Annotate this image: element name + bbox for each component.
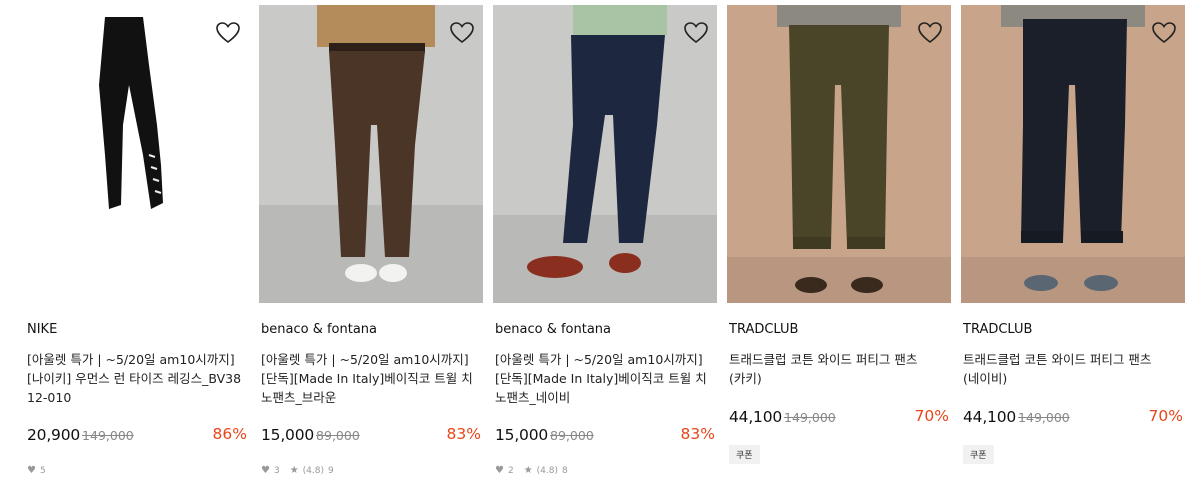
wishlist-heart-icon[interactable] xyxy=(1152,22,1176,44)
title-line: [아울렛 특가 | ~5/20일 am10시까지] xyxy=(261,352,469,367)
sale-price: 15,000 xyxy=(495,426,549,444)
original-price: 149,000 xyxy=(1018,410,1070,425)
discount-rate: 70% xyxy=(1148,407,1183,425)
heart-icon: ♥ xyxy=(261,465,270,476)
navy-chino-photo xyxy=(493,5,717,303)
wishlist-heart-icon[interactable] xyxy=(216,22,240,44)
original-price: 89,000 xyxy=(550,428,594,443)
discount-rate: 70% xyxy=(914,407,949,425)
product-card[interactable]: NIKE [아울렛 특가 | ~5/20일 am10시까지] [나이키] 우먼스… xyxy=(25,5,249,476)
like-count: 5 xyxy=(39,465,46,476)
heart-icon: ♥ xyxy=(27,465,36,476)
star-icon: ★ xyxy=(523,465,533,476)
sale-price: 44,100 xyxy=(729,408,783,426)
coupon-badge: 쿠폰 xyxy=(963,445,994,464)
price-row: 20,900 149,000 86% xyxy=(27,425,247,449)
brand-name[interactable]: TRADCLUB xyxy=(963,322,1032,337)
discount-rate: 83% xyxy=(680,425,715,443)
original-price: 89,000 xyxy=(316,428,360,443)
title-line: [단독][Made In Italy]베이직코 트윌 치노팬츠_브라운 xyxy=(261,371,473,405)
brand-name[interactable]: benaco & fontana xyxy=(261,322,377,337)
product-meta: ♥ 2 ★ (4.8) 8 xyxy=(495,465,568,476)
product-grid: NIKE [아울렛 특가 | ~5/20일 am10시까지] [나이키] 우먼스… xyxy=(0,0,1196,481)
title-line: [단독][Made In Italy]베이직코 트윌 치노팬츠_네이비 xyxy=(495,371,707,405)
price-row: 44,100 149,000 70% xyxy=(729,407,949,431)
rating: (4.8) xyxy=(302,465,325,476)
original-price: 149,000 xyxy=(82,428,134,443)
product-title[interactable]: [아울렛 특가 | ~5/20일 am10시까지] [나이키] 우먼스 런 타이… xyxy=(27,350,245,407)
product-image[interactable] xyxy=(25,5,249,303)
product-title[interactable]: 트래드클럽 코튼 와이드 퍼티그 팬츠 (네이비) xyxy=(963,350,1181,388)
title-line: [아울렛 특가 | ~5/20일 am10시까지] xyxy=(27,352,235,367)
product-image[interactable] xyxy=(961,5,1185,303)
product-title[interactable]: [아울렛 특가 | ~5/20일 am10시까지] [단독][Made In I… xyxy=(261,350,479,407)
product-card[interactable]: benaco & fontana [아울렛 특가 | ~5/20일 am10시까… xyxy=(259,5,483,476)
like-count: 2 xyxy=(507,465,514,476)
coupon-badge: 쿠폰 xyxy=(729,445,760,464)
title-line: 트래드클럽 코튼 와이드 퍼티그 팬츠 xyxy=(963,352,1152,367)
title-line: 트래드클럽 코튼 와이드 퍼티그 팬츠 xyxy=(729,352,918,367)
heart-icon: ♥ xyxy=(495,465,504,476)
original-price: 149,000 xyxy=(784,410,836,425)
product-meta: ♥ 5 xyxy=(27,465,46,476)
khaki-pants-photo xyxy=(727,5,951,303)
like-count: 3 xyxy=(273,465,280,476)
review-count: 9 xyxy=(328,465,334,476)
discount-rate: 83% xyxy=(446,425,481,443)
navy-pants-photo xyxy=(961,5,1185,303)
product-image[interactable] xyxy=(493,5,717,303)
star-icon: ★ xyxy=(289,465,299,476)
title-line: (네이비) xyxy=(963,371,1008,386)
brand-name[interactable]: TRADCLUB xyxy=(729,322,798,337)
price-row: 44,100 149,000 70% xyxy=(963,407,1183,431)
product-card[interactable]: TRADCLUB 트래드클럽 코튼 와이드 퍼티그 팬츠 (네이비) 44,10… xyxy=(961,5,1185,464)
wishlist-heart-icon[interactable] xyxy=(918,22,942,44)
review-count: 8 xyxy=(562,465,568,476)
title-line: [아울렛 특가 | ~5/20일 am10시까지] xyxy=(495,352,703,367)
title-line: (카키) xyxy=(729,371,762,386)
sale-price: 44,100 xyxy=(963,408,1017,426)
brand-name[interactable]: benaco & fontana xyxy=(495,322,611,337)
price-row: 15,000 89,000 83% xyxy=(495,425,715,449)
product-image[interactable] xyxy=(259,5,483,303)
title-line: [나이키] 우먼스 런 타이즈 레깅스_BV3812-010 xyxy=(27,371,242,405)
sale-price: 20,900 xyxy=(27,426,81,444)
discount-rate: 86% xyxy=(212,425,247,443)
price-row: 15,000 89,000 83% xyxy=(261,425,481,449)
wishlist-heart-icon[interactable] xyxy=(684,22,708,44)
sale-price: 15,000 xyxy=(261,426,315,444)
wishlist-heart-icon[interactable] xyxy=(450,22,474,44)
rating: (4.8) xyxy=(536,465,559,476)
product-title[interactable]: [아울렛 특가 | ~5/20일 am10시까지] [단독][Made In I… xyxy=(495,350,713,407)
product-card[interactable]: TRADCLUB 트래드클럽 코튼 와이드 퍼티그 팬츠 (카키) 44,100… xyxy=(727,5,951,464)
product-card[interactable]: benaco & fontana [아울렛 특가 | ~5/20일 am10시까… xyxy=(493,5,717,476)
product-meta: ♥ 3 ★ (4.8) 9 xyxy=(261,465,334,476)
product-image[interactable] xyxy=(727,5,951,303)
leggings-photo xyxy=(25,5,249,303)
product-title[interactable]: 트래드클럽 코튼 와이드 퍼티그 팬츠 (카키) xyxy=(729,350,947,388)
brand-name[interactable]: NIKE xyxy=(27,322,57,337)
brown-chino-photo xyxy=(259,5,483,303)
